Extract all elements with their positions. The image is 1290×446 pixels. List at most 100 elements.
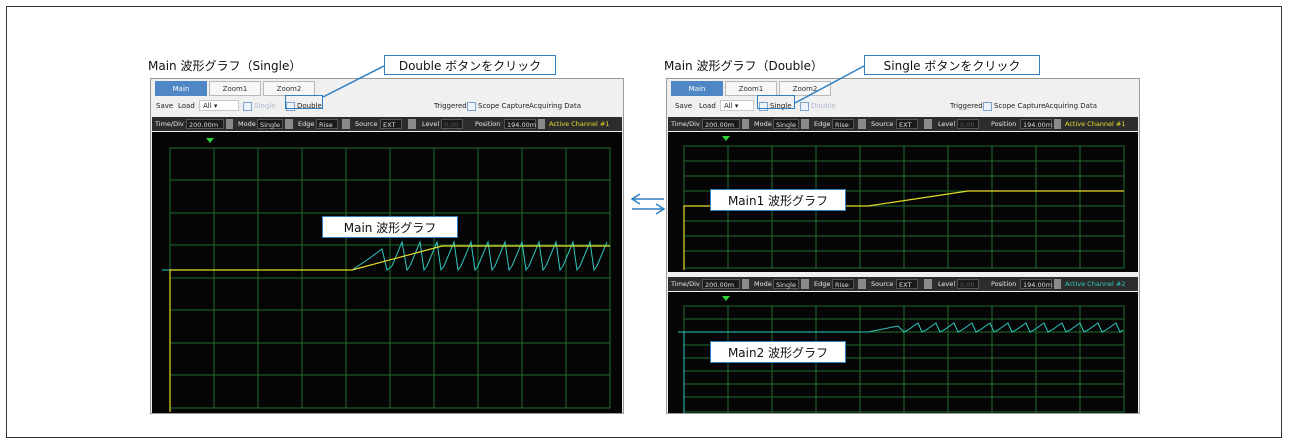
right-toolbar: Save Load All ▾ Single Double Triggered …	[667, 99, 1139, 113]
level-field[interactable]: 0.00	[957, 119, 979, 129]
left-scope-window: Main Zoom1 Zoom2 Save Load All ▾ Single …	[150, 78, 624, 414]
single-button-highlight	[757, 95, 795, 109]
position-label: Position	[991, 120, 1017, 128]
tab-main[interactable]: Main	[155, 81, 207, 96]
mode-dropdown[interactable]	[801, 119, 809, 129]
edge-dropdown[interactable]	[858, 279, 866, 289]
position-spinner[interactable]	[538, 119, 545, 129]
left-callout-double: Double ボタンをクリック	[384, 55, 556, 75]
save-button[interactable]: Save	[675, 99, 692, 113]
mode-dropdown[interactable]	[801, 279, 809, 289]
source-field[interactable]: EXT	[896, 119, 918, 129]
main1-graph-label: Main1 波形グラフ	[710, 189, 846, 211]
position-label: Position	[475, 120, 501, 128]
edge-field[interactable]: Rise	[832, 279, 854, 289]
left-waveform-graph[interactable]	[152, 132, 622, 413]
load-label: Load	[178, 102, 195, 110]
trigger-marker-icon	[206, 138, 214, 143]
tab-main[interactable]: Main	[671, 81, 723, 96]
time-div-spinner[interactable]	[742, 279, 749, 289]
acquiring-status: Acquiring Data	[529, 102, 581, 110]
time-div-spinner[interactable]	[742, 119, 749, 129]
mode-label: Mode	[754, 280, 772, 288]
load-select[interactable]: All ▾	[199, 100, 239, 111]
mode-field[interactable]: Single	[773, 119, 799, 129]
left-grid	[169, 147, 611, 409]
edge-field[interactable]: Rise	[316, 119, 338, 129]
main2-trace-cyan	[678, 322, 1124, 413]
left-toolbar: Save Load All ▾ Single Double Triggered …	[151, 99, 623, 113]
position-field[interactable]: 194.00m	[504, 119, 536, 129]
double-button[interactable]: Double	[800, 99, 836, 113]
load-select-value: All	[724, 102, 733, 110]
scope-capture-button[interactable]: Scope Capture	[983, 99, 1045, 113]
active-channel-label: Active Channel #1	[549, 120, 610, 128]
level-field[interactable]: 0.00	[441, 119, 463, 129]
source-label: Source	[871, 120, 894, 128]
mode-label: Mode	[754, 120, 772, 128]
level-label: Level	[938, 280, 956, 288]
camera-icon	[983, 101, 992, 111]
load-select[interactable]: All ▾	[720, 100, 754, 111]
camera-icon	[467, 101, 476, 111]
tab-zoom1[interactable]: Zoom1	[725, 81, 777, 96]
time-div-label: Time/Div	[155, 120, 184, 128]
position-spinner[interactable]	[1054, 119, 1061, 129]
time-div-label: Time/Div	[671, 280, 700, 288]
tab-zoom2[interactable]: Zoom2	[779, 81, 831, 96]
scope-capture-label: Scope Capture	[994, 102, 1046, 110]
tab-zoom1[interactable]: Zoom1	[209, 81, 261, 96]
scope-capture-label: Scope Capture	[478, 102, 530, 110]
edge-dropdown[interactable]	[342, 119, 350, 129]
left-tab-bar: Main Zoom1 Zoom2	[155, 81, 317, 96]
time-div-label: Time/Div	[671, 120, 700, 128]
edge-label: Edge	[298, 120, 315, 128]
time-div-field[interactable]: 200.00m	[702, 119, 740, 129]
double-wave-icon	[800, 101, 809, 111]
position-spinner[interactable]	[1054, 279, 1061, 289]
source-dropdown[interactable]	[924, 119, 932, 129]
mode-label: Mode	[238, 120, 256, 128]
tab-zoom2[interactable]: Zoom2	[263, 81, 315, 96]
mode-field[interactable]: Single	[257, 119, 283, 129]
edge-label: Edge	[814, 280, 831, 288]
source-field[interactable]: EXT	[380, 119, 402, 129]
edge-label: Edge	[814, 120, 831, 128]
source-dropdown[interactable]	[408, 119, 416, 129]
edge-dropdown[interactable]	[858, 119, 866, 129]
level-label: Level	[422, 120, 440, 128]
channel2-controls: Time/Div 200.00m Mode Single Edge Rise S…	[668, 277, 1138, 291]
save-button[interactable]: Save	[156, 99, 173, 113]
position-field[interactable]: 194.00m	[1020, 119, 1052, 129]
position-label: Position	[991, 280, 1017, 288]
mode-field[interactable]: Single	[773, 279, 799, 289]
level-label: Level	[938, 120, 956, 128]
source-field[interactable]: EXT	[896, 279, 918, 289]
trigger-marker-icon	[722, 296, 730, 301]
time-div-field[interactable]: 200.00m	[186, 119, 224, 129]
level-field[interactable]: 0.00	[957, 279, 979, 289]
source-dropdown[interactable]	[924, 279, 932, 289]
main2-graph-label: Main2 波形グラフ	[710, 341, 846, 363]
left-graph-label: Main 波形グラフ	[322, 216, 458, 238]
source-label: Source	[355, 120, 378, 128]
trigger-marker-icon	[722, 136, 730, 141]
load-label: Load	[699, 102, 716, 110]
left-panel-title: Main 波形グラフ（Single）	[148, 59, 302, 73]
position-field[interactable]: 194.00m	[1020, 279, 1052, 289]
triggered-status: Triggered	[434, 102, 467, 110]
time-div-spinner[interactable]	[226, 119, 233, 129]
mode-dropdown[interactable]	[285, 119, 293, 129]
double-button-label: Double	[811, 102, 836, 110]
scope-capture-button[interactable]: Scope Capture	[467, 99, 529, 113]
right-callout-single: Single ボタンをクリック	[864, 55, 1040, 75]
time-div-field[interactable]: 200.00m	[702, 279, 740, 289]
right-panel-title: Main 波形グラフ（Double）	[664, 59, 823, 73]
double-button-highlight	[285, 95, 323, 109]
triggered-status: Triggered	[950, 102, 983, 110]
single-wave-icon	[243, 101, 252, 111]
single-button[interactable]: Single	[243, 99, 276, 113]
left-channel-controls: Time/Div 200.00m Mode Single Edge Rise S…	[152, 117, 622, 131]
source-label: Source	[871, 280, 894, 288]
edge-field[interactable]: Rise	[832, 119, 854, 129]
